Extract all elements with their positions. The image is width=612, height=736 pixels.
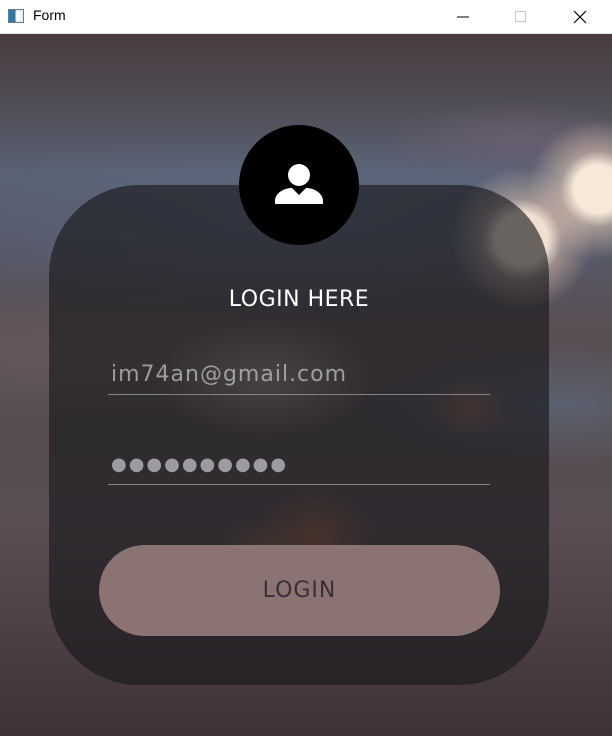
minimize-icon xyxy=(457,16,469,17)
title-bar[interactable]: Form xyxy=(0,0,612,34)
close-button[interactable] xyxy=(557,0,603,33)
email-field[interactable] xyxy=(108,355,490,395)
login-button[interactable]: LOGIN xyxy=(99,545,500,636)
window-title: Form xyxy=(33,7,66,23)
avatar xyxy=(239,125,359,245)
minimize-button[interactable] xyxy=(440,0,486,33)
password-field[interactable] xyxy=(108,445,490,485)
maximize-button xyxy=(498,0,544,33)
close-icon xyxy=(573,10,587,23)
user-icon xyxy=(275,164,323,204)
login-heading: LOGIN HERE xyxy=(228,287,370,312)
form-window: Form LOGIN HERE LOGIN xyxy=(0,0,612,736)
app-window-icon xyxy=(8,9,24,23)
maximize-icon xyxy=(515,10,526,22)
